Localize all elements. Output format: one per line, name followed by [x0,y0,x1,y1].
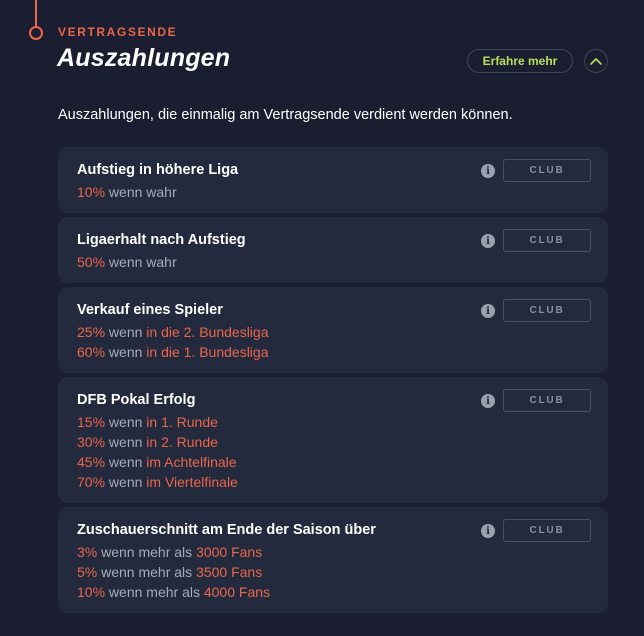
payout-condition: 5% wenn mehr als 3500 Fans [77,562,589,582]
payout-condition: 15% wenn in 1. Runde [77,412,589,432]
payout-percent: 50% [77,254,106,270]
payout-cond: in die 2. Bundesliga [146,324,269,340]
payout-card: Zuschauerschnitt am Ende der Saison über… [58,507,608,613]
payout-condition: 30% wenn in 2. Runde [77,432,589,452]
page-title: Auszahlungen [57,44,231,72]
club-badge: CLUB [503,519,591,542]
club-badge: CLUB [503,159,591,182]
payout-card: DFB Pokal Erfolg 15% wenn in 1. Runde 30… [58,377,608,503]
timeline-line [35,0,37,26]
info-icon[interactable]: i [481,524,495,538]
payout-card: Verkauf eines Spieler 25% wenn in die 2.… [58,287,608,373]
timeline-dot [29,26,43,40]
payout-percent: 70% [77,474,106,490]
payout-cond: 3000 Fans [196,544,263,560]
payout-text: wenn [105,324,147,340]
payout-condition: 45% wenn im Achtelfinale [77,452,589,472]
payout-cond: in die 1. Bundesliga [146,344,269,360]
payout-condition: 25% wenn in die 2. Bundesliga [77,322,589,342]
section-intro: Auszahlungen, die einmalig am Vertragsen… [58,107,513,123]
payout-cond: in 2. Runde [146,434,218,450]
payout-percent: 10% [77,184,106,200]
payout-card: Aufstieg in höhere Liga 10% wenn wahr i … [58,147,608,213]
payout-cond: 4000 Fans [203,584,271,600]
payout-cond: im Achtelfinale [146,454,237,470]
payout-cond: 3500 Fans [196,564,263,580]
payout-text: wenn [105,434,147,450]
learn-more-button[interactable]: Erfahre mehr [467,49,573,73]
payout-condition: 10% wenn wahr [77,182,589,202]
payout-cond: im Viertelfinale [146,474,238,490]
payout-percent: 15% [77,414,106,430]
payout-percent: 30% [77,434,106,450]
payout-percent: 60% [77,344,106,360]
info-icon[interactable]: i [481,234,495,248]
payout-text: wenn mehr als [97,564,197,580]
chevron-up-icon [590,58,602,65]
payout-text: wenn [105,344,147,360]
payout-condition: 10% wenn mehr als 4000 Fans [77,582,589,602]
payout-condition: 50% wenn wahr [77,252,589,272]
payout-percent: 10% [77,584,106,600]
payout-cond: in 1. Runde [146,414,218,430]
payout-text: wenn [105,414,147,430]
info-icon[interactable]: i [481,304,495,318]
payout-percent: 5% [77,564,98,580]
payout-text: wenn [105,474,147,490]
club-badge: CLUB [503,229,591,252]
payout-card: Ligaerhalt nach Aufstieg 50% wenn wahr i… [58,217,608,283]
club-badge: CLUB [503,299,591,322]
payout-condition: 70% wenn im Viertelfinale [77,472,589,492]
payout-percent: 25% [77,324,106,340]
club-badge: CLUB [503,389,591,412]
payout-text: wenn mehr als [97,544,197,560]
payout-text: wenn mehr als [105,584,204,600]
payout-text: wenn [105,454,147,470]
info-icon[interactable]: i [481,394,495,408]
section-kicker: VERTRAGSENDE [58,25,178,39]
payout-condition: 60% wenn in die 1. Bundesliga [77,342,589,362]
payout-text: wenn wahr [105,184,177,200]
learn-more-label: Erfahre mehr [482,54,558,68]
payout-text: wenn wahr [105,254,177,270]
payout-condition: 3% wenn mehr als 3000 Fans [77,542,589,562]
info-icon[interactable]: i [481,164,495,178]
payout-percent: 3% [77,544,98,560]
payout-percent: 45% [77,454,106,470]
collapse-button[interactable] [584,49,608,73]
